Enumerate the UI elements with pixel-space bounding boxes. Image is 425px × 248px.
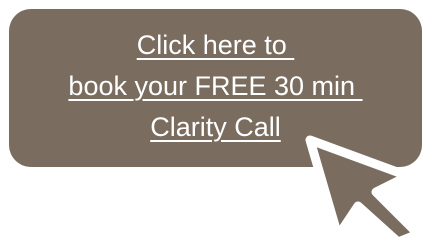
cta-line-2: book your FREE 30 min xyxy=(68,70,363,101)
pointer-arrow-icon xyxy=(305,135,423,247)
cta-line-1: Click here to xyxy=(136,29,295,60)
